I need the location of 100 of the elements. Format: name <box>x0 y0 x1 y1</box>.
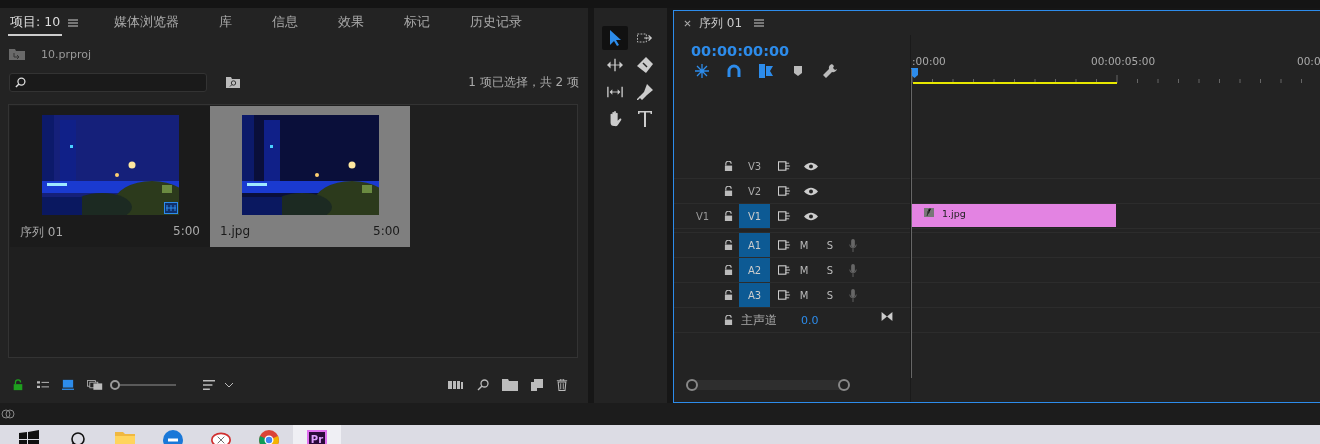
track-target-button[interactable]: V2 <box>739 179 770 203</box>
source-patch[interactable]: V1 <box>696 210 710 222</box>
type-tool-icon <box>637 111 653 127</box>
time-ruler[interactable]: :00:00 00:00:05:00 00:0 <box>911 35 1320 154</box>
sync-lock-icon[interactable] <box>778 290 791 300</box>
mute-button[interactable]: M <box>791 289 817 301</box>
master-volume-value[interactable]: 0.0 <box>801 313 819 327</box>
sync-lock-icon[interactable] <box>778 161 791 171</box>
premiere-icon: Pr <box>307 430 327 444</box>
chevron-down-icon[interactable] <box>224 382 234 388</box>
sync-icon[interactable] <box>1 408 15 420</box>
menu-icon[interactable] <box>754 19 765 27</box>
app-icon <box>211 430 231 444</box>
panel-tab[interactable]: 信息 <box>270 10 301 36</box>
mute-button[interactable]: M <box>791 264 817 276</box>
panel-tab[interactable]: 项目: 10 <box>8 10 63 36</box>
icon-view-icon[interactable] <box>62 379 74 391</box>
mute-button[interactable]: M <box>791 239 817 251</box>
automate-icon[interactable] <box>448 379 464 391</box>
linked-selection-icon[interactable] <box>759 64 773 78</box>
trash-icon[interactable] <box>556 379 568 391</box>
track-target-button[interactable]: A1 <box>739 233 770 257</box>
track-target-button[interactable]: V1 <box>739 204 770 228</box>
panel-tab[interactable]: 库 <box>217 10 235 36</box>
microphone-icon[interactable] <box>849 263 857 277</box>
arrow-icon <box>607 30 623 46</box>
solo-button[interactable]: S <box>817 264 843 276</box>
close-icon[interactable] <box>684 19 691 27</box>
razor-icon <box>637 57 653 73</box>
sync-lock-icon[interactable] <box>778 186 791 196</box>
sequence-badge-icon <box>163 202 178 214</box>
master-track-name: 主声道 <box>741 311 777 329</box>
sort-icon[interactable] <box>203 379 215 391</box>
selection-status: 1 项已选择，共 2 项 <box>468 73 579 91</box>
ruler-label: 00:0 <box>1297 55 1320 67</box>
lock-icon[interactable] <box>12 379 24 391</box>
lock-icon[interactable] <box>724 264 733 276</box>
microphone-icon[interactable] <box>849 238 857 252</box>
project-item[interactable]: 序列 01 5:00 <box>10 106 210 247</box>
eye-icon[interactable] <box>804 161 818 171</box>
panel-tab[interactable]: 效果 <box>336 10 367 36</box>
search-field[interactable] <box>9 72 207 92</box>
clip-name: 1.jpg <box>942 208 966 219</box>
taskbar-button[interactable]: Pr <box>293 425 341 444</box>
folder-icon[interactable] <box>9 48 25 60</box>
eye-icon[interactable] <box>804 211 818 221</box>
lock-icon[interactable] <box>724 210 733 222</box>
menu-icon[interactable] <box>68 19 79 27</box>
panel-tab[interactable]: 标记 <box>402 10 433 36</box>
magnet-icon[interactable] <box>727 64 741 78</box>
lock-icon[interactable] <box>724 239 733 251</box>
track-target-button[interactable]: A2 <box>739 258 770 282</box>
slip-icon <box>607 84 623 100</box>
lock-icon[interactable] <box>724 314 733 326</box>
zoom-scrollbar[interactable] <box>688 380 848 390</box>
wrench-icon[interactable] <box>823 64 837 78</box>
pen-icon <box>637 84 653 100</box>
solo-button[interactable]: S <box>817 239 843 251</box>
sync-lock-icon[interactable] <box>778 211 791 221</box>
new-bin-icon[interactable] <box>502 379 518 391</box>
lock-icon[interactable] <box>724 185 733 197</box>
search-icon <box>15 76 26 88</box>
sync-lock-icon[interactable] <box>778 240 791 250</box>
lock-icon[interactable] <box>724 289 733 301</box>
sequence-tab[interactable]: 序列 01 <box>699 14 743 32</box>
folder-icon <box>115 430 135 444</box>
lock-icon[interactable] <box>724 160 733 172</box>
item-duration: 5:00 <box>173 224 200 240</box>
eye-icon[interactable] <box>804 186 818 196</box>
ripple-edit-icon <box>607 57 623 73</box>
selection-tool[interactable] <box>602 26 628 50</box>
track-target-button[interactable]: A3 <box>739 283 770 307</box>
track-select-icon <box>637 30 653 46</box>
item-duration: 5:00 <box>373 224 400 238</box>
item-name: 序列 01 <box>20 224 64 241</box>
ruler-label: :00:00 <box>912 55 946 67</box>
freeform-view-icon[interactable] <box>87 379 103 391</box>
solo-button[interactable]: S <box>817 289 843 301</box>
panel-tab[interactable]: 历史记录 <box>468 10 525 36</box>
clip[interactable]: 1.jpg <box>912 204 1116 227</box>
bin-search-icon[interactable] <box>226 76 240 88</box>
nest-icon[interactable] <box>695 64 709 78</box>
ruler-label: 00:00:05:00 <box>1091 55 1156 67</box>
item-name: 1.jpg <box>220 224 251 238</box>
windows-icon <box>19 430 39 444</box>
timecode[interactable]: 00:00:00:00 <box>691 43 910 59</box>
project-item[interactable]: 1.jpg 5:00 <box>210 106 410 247</box>
chrome-icon <box>259 430 279 444</box>
sync-lock-icon[interactable] <box>778 265 791 275</box>
search-icon[interactable] <box>477 379 489 391</box>
track-target-button[interactable]: V3 <box>739 154 770 178</box>
project-file-name: 10.prproj <box>41 47 92 61</box>
bowtie-icon[interactable] <box>880 311 893 321</box>
microphone-icon[interactable] <box>849 288 857 302</box>
marker-icon[interactable] <box>791 64 805 78</box>
new-item-icon[interactable] <box>531 379 543 391</box>
fx-badge-icon <box>924 208 934 217</box>
panel-tab[interactable]: 媒体浏览器 <box>112 10 182 36</box>
list-view-icon[interactable] <box>37 379 49 391</box>
edge-icon <box>163 430 183 444</box>
